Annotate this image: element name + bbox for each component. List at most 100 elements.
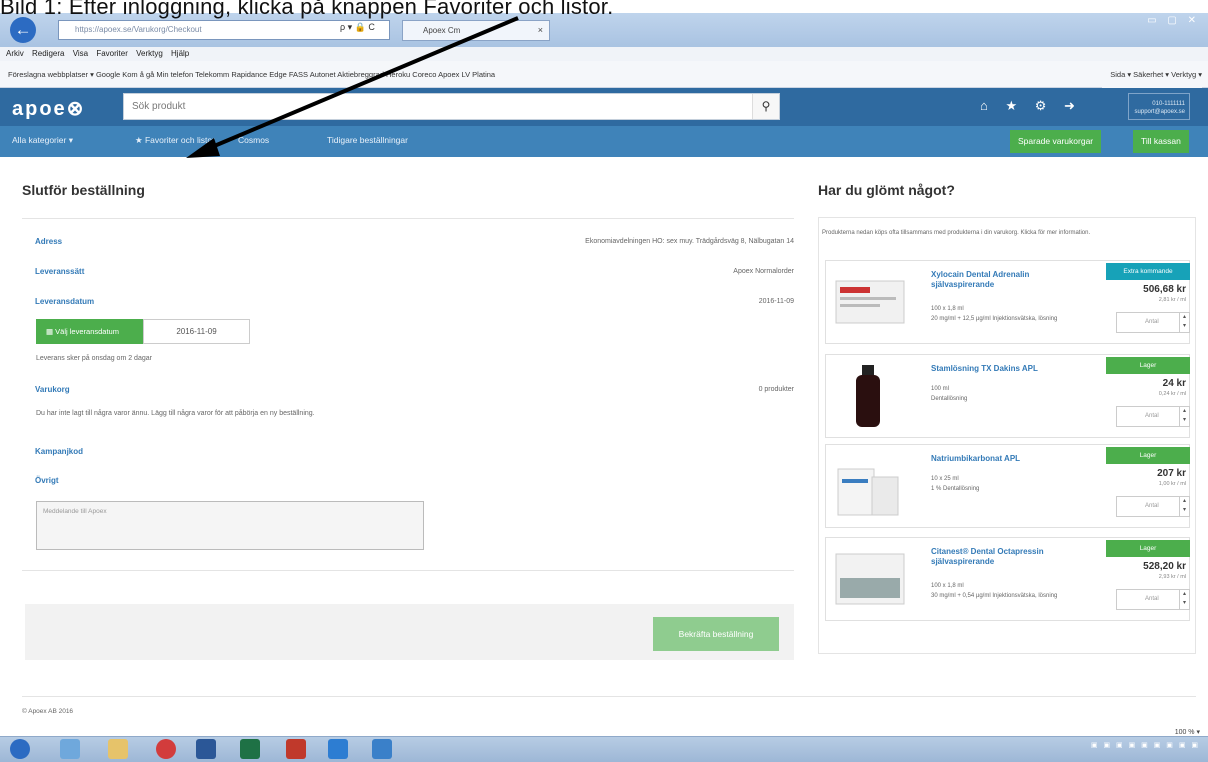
other-label[interactable]: Övrigt	[35, 476, 59, 485]
product-card[interactable]: Natriumbikarbonat APL 10 x 25 ml 1 % Den…	[825, 444, 1190, 528]
unit-price: 2,93 kr / ml	[1158, 574, 1186, 580]
product-card[interactable]: Citanest® Dental Octapressin självaspire…	[825, 537, 1190, 621]
user-info[interactable]: 010-1111111 support@apoex.se	[1128, 93, 1190, 120]
nav-history[interactable]: Tidigare beställningar	[327, 135, 408, 145]
page-title: Slutför beställning	[22, 182, 145, 198]
quantity-stepper[interactable]: Antal ▴ ▾	[1116, 496, 1190, 517]
menu-bar[interactable]: Arkiv Redigera Visa Favoriter Verktyg Hj…	[0, 47, 1208, 61]
close-tab-icon[interactable]: ×	[538, 21, 543, 40]
caption-text: Bild 1: Efter inloggning, klicka på knap…	[0, 0, 614, 19]
product-desc: 10 x 25 ml	[931, 476, 959, 482]
address-tools[interactable]: ρ ▾ 🔒 C	[340, 22, 375, 33]
word-taskbar-icon[interactable]	[196, 739, 216, 759]
command-bar[interactable]: Sida ▾ Säkerhet ▾ Verktyg ▾	[1102, 61, 1202, 88]
product-image	[835, 280, 905, 324]
logout-icon[interactable]: ➜	[1064, 98, 1075, 113]
address-value: Ekonomiavdelningen HO: sex muy. Trädgård…	[585, 238, 794, 245]
cart-empty-text: Du har inte lagt till några varor ännu. …	[36, 410, 315, 417]
copyright: © Apoex AB 2016	[22, 708, 74, 715]
product-desc: Dentallösning	[931, 396, 968, 402]
product-price: 528,20 kr	[1143, 561, 1186, 572]
excel-taskbar-icon[interactable]	[240, 739, 260, 759]
delivery-method-label[interactable]: Leveranssätt	[35, 267, 84, 276]
product-desc: 20 mg/ml + 12,5 µg/ml Injektionsvätska, …	[931, 316, 1058, 322]
product-card[interactable]: Stamlösning TX Dakins APL 100 ml Dentall…	[825, 354, 1190, 438]
zoom-level[interactable]: 100 % ▾	[1175, 728, 1200, 736]
nav-categories[interactable]: Alla kategorier ▾	[12, 135, 73, 146]
address-label[interactable]: Adress	[35, 237, 62, 246]
status-badge: Extra kommande	[1106, 263, 1190, 280]
confirm-order-button[interactable]: Bekräfta beställning	[653, 617, 779, 651]
quantity-stepper[interactable]: Antal ▴ ▾	[1116, 589, 1190, 610]
comment-field[interactable]: Meddelande till Apoex	[36, 501, 424, 550]
product-name[interactable]: Xylocain Dental Adrenalin självaspireran…	[931, 270, 1071, 290]
product-desc: 100 x 1,8 ml	[931, 583, 964, 589]
status-badge: Lager	[1106, 447, 1190, 464]
home-icon[interactable]: ⌂	[980, 98, 988, 113]
forgot-intro: Produkterna nedan köps ofta tillsammans …	[822, 230, 1091, 236]
divider	[22, 218, 794, 219]
campaign-label[interactable]: Kampanjkod	[35, 447, 83, 456]
lync-taskbar-icon[interactable]	[372, 739, 392, 759]
ie-taskbar-icon[interactable]	[60, 739, 80, 759]
product-price: 506,68 kr	[1143, 284, 1186, 295]
quantity-stepper[interactable]: Antal ▴ ▾	[1116, 312, 1190, 333]
product-desc: 100 ml	[931, 386, 950, 392]
spinner-icon[interactable]: ▴ ▾	[1179, 590, 1189, 609]
divider	[22, 696, 1196, 697]
product-name[interactable]: Citanest® Dental Octapressin självaspire…	[931, 547, 1071, 567]
unit-price: 1,00 kr / ml	[1158, 481, 1186, 487]
product-price: 207 kr	[1157, 468, 1186, 479]
delivery-date-label[interactable]: Leveransdatum	[35, 297, 94, 306]
choose-date-button[interactable]: ▦ Välj leveransdatum	[36, 319, 143, 344]
calendar-icon: ▦	[46, 327, 56, 336]
window-controls[interactable]: ▭ ▢ ✕	[1147, 15, 1200, 26]
product-desc: 100 x 1,8 ml	[931, 306, 964, 312]
product-image	[835, 553, 905, 605]
cart-count: 0 produkter	[758, 386, 794, 393]
powerpoint-taskbar-icon[interactable]	[286, 739, 306, 759]
nav-favorites[interactable]: ★ Favoriter och listor	[135, 135, 215, 146]
product-desc: 30 mg/ml + 0,54 µg/ml Injektionsvätska, …	[931, 593, 1058, 599]
app-taskbar-icon[interactable]	[156, 739, 176, 759]
unit-price: 0,24 kr / ml	[1158, 391, 1186, 397]
cart-label[interactable]: Varukorg	[35, 385, 70, 394]
saved-carts-button[interactable]: Sparade varukorgar	[1010, 130, 1102, 153]
unit-price: 2,81 kr / ml	[1158, 297, 1186, 303]
product-name[interactable]: Stamlösning TX Dakins APL	[931, 364, 1071, 374]
spinner-icon[interactable]: ▴ ▾	[1179, 407, 1189, 426]
spinner-icon[interactable]: ▴ ▾	[1179, 497, 1189, 516]
product-card[interactable]: Xylocain Dental Adrenalin självaspireran…	[825, 260, 1190, 344]
explorer-taskbar-icon[interactable]	[108, 739, 128, 759]
spinner-icon[interactable]: ▴ ▾	[1179, 313, 1189, 332]
apoex-logo[interactable]: apoe⊗	[12, 96, 85, 121]
start-button[interactable]	[10, 739, 30, 759]
product-image	[856, 365, 880, 427]
outlook-taskbar-icon[interactable]	[328, 739, 348, 759]
product-image	[837, 468, 899, 516]
status-badge: Lager	[1106, 540, 1190, 557]
gear-icon[interactable]: ⚙	[1035, 98, 1047, 113]
browser-tab[interactable]: Apoex Cm ×	[402, 20, 550, 41]
search-icon[interactable]: ⚲	[752, 94, 779, 119]
taskbar	[0, 736, 1208, 762]
back-button[interactable]: ←	[10, 17, 36, 43]
header-icons[interactable]: ⌂ ★ ⚙ ➜	[980, 98, 1075, 114]
favorites-bar[interactable]: Föreslagna webbplatser ▾ Google Kom å gå…	[0, 61, 1208, 88]
tab-title: Apoex Cm	[423, 26, 461, 35]
divider	[22, 570, 794, 571]
quantity-stepper[interactable]: Antal ▴ ▾	[1116, 406, 1190, 427]
date-field[interactable]: 2016-11-09	[143, 319, 250, 344]
delivery-method-value: Apoex Normalorder	[733, 268, 794, 275]
product-price: 24 kr	[1162, 378, 1186, 389]
search-input[interactable]: Sök produkt	[123, 93, 780, 120]
system-tray[interactable]: ▣ ▣ ▣ ▣ ▣ ▣ ▣ ▣ ▣	[1091, 741, 1200, 749]
product-desc: 1 % Dentallösning	[931, 486, 980, 492]
forgot-title: Har du glömt något?	[818, 182, 955, 198]
delivery-note: Leverans sker på onsdag om 2 dagar	[36, 355, 152, 362]
checkout-button[interactable]: Till kassan	[1133, 130, 1189, 153]
star-icon[interactable]: ★	[1005, 98, 1017, 113]
nav-coworkers[interactable]: Cosmos	[238, 135, 269, 145]
delivery-date-value: 2016-11-09	[758, 298, 794, 305]
product-name[interactable]: Natriumbikarbonat APL	[931, 454, 1071, 464]
